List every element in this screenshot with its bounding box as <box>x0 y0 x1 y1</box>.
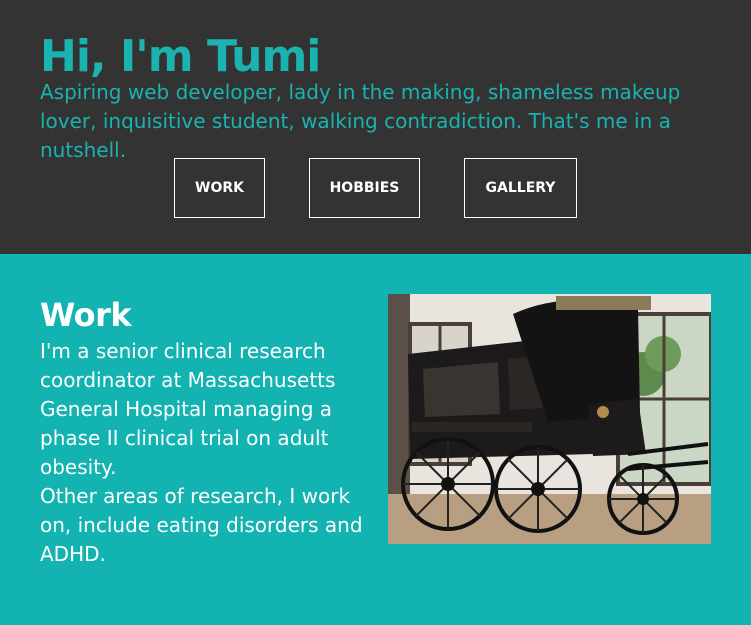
hero-section: Hi, I'm Tumi Aspiring web developer, lad… <box>0 0 751 254</box>
hero-tagline: Aspiring web developer, lady in the maki… <box>40 80 681 162</box>
nav-gallery-button[interactable]: GALLERY <box>464 158 577 218</box>
hero-title: Hi, I'm Tumi <box>40 31 321 82</box>
ambulance-carriage-photo <box>388 294 711 544</box>
nav-hobbies-button[interactable]: HOBBIES <box>309 158 420 218</box>
work-paragraph: Other areas of research, I work on, incl… <box>40 484 363 566</box>
work-section: Work I'm a senior clinical research coor… <box>0 254 751 625</box>
carriage-illustration <box>388 294 711 544</box>
main-nav: WORK HOBBIES GALLERY <box>174 158 577 218</box>
work-description: I'm a senior clinical research coordinat… <box>40 337 370 569</box>
work-paragraph: I'm a senior clinical research coordinat… <box>40 339 336 479</box>
work-heading: Work <box>40 296 132 334</box>
nav-work-button[interactable]: WORK <box>174 158 265 218</box>
